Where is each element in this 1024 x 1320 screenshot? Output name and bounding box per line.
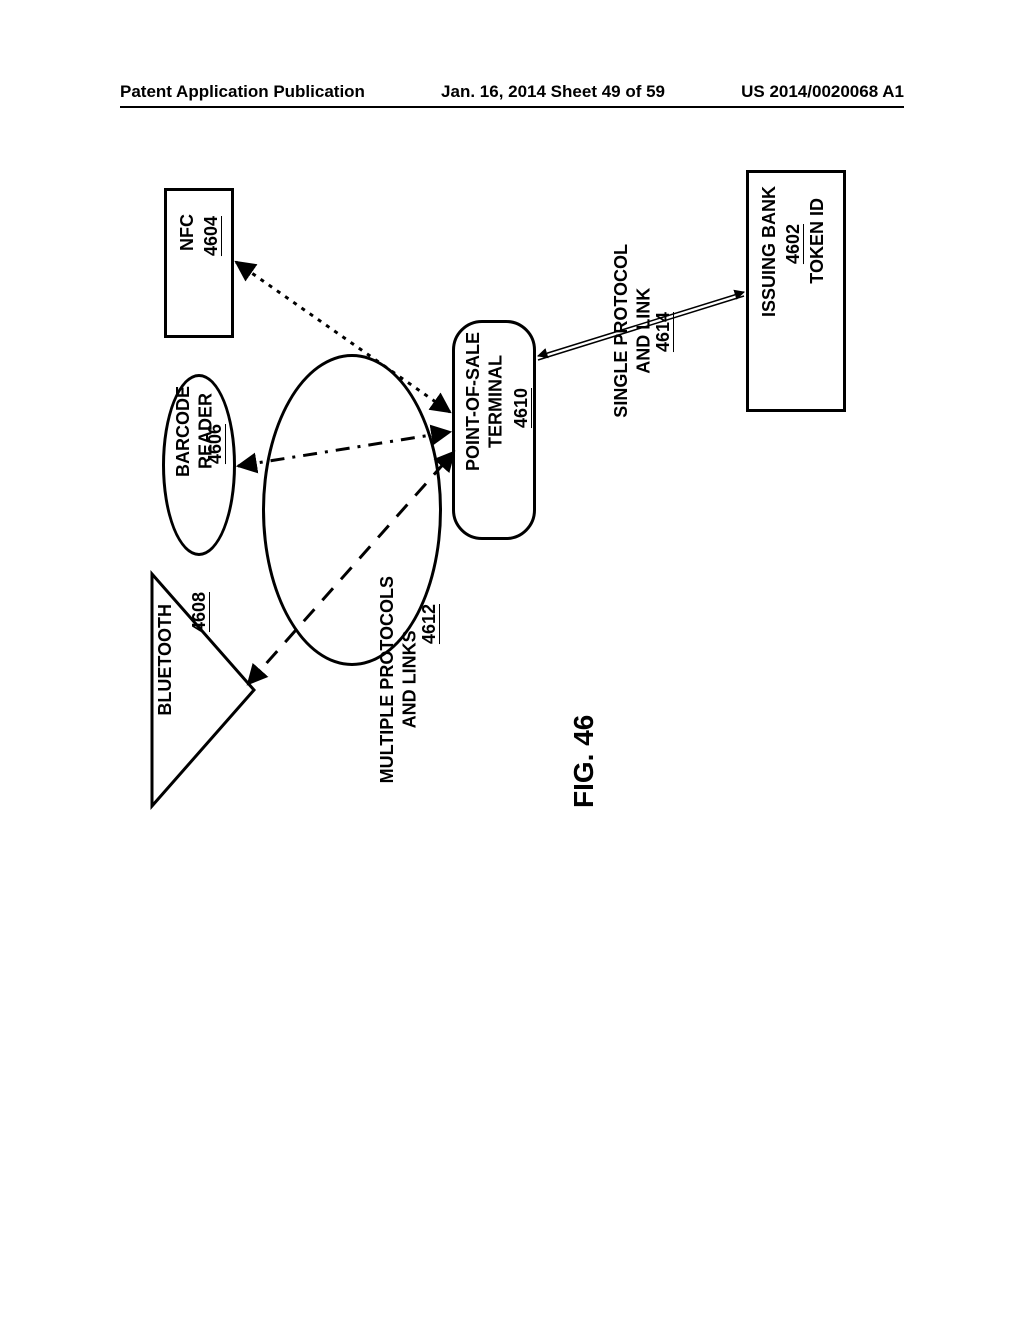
bank-ref: 4602 <box>782 224 805 264</box>
single-protocol-ref: 4614 <box>652 312 675 352</box>
bank-label: ISSUING BANK <box>758 186 781 317</box>
figure-label: FIG. 46 <box>568 715 600 808</box>
bank-token-label: TOKEN ID <box>806 198 829 284</box>
arrows-layer <box>0 0 1024 1320</box>
multi-protocols-label: MULTIPLE PROTOCOLS AND LINKS <box>376 576 421 783</box>
pos-label: POINT-OF-SALE TERMINAL <box>462 332 507 471</box>
diagram-figure-46: NFC 4604 BARCODE READER 4606 BLUETOOTH 4… <box>0 0 1024 1320</box>
single-protocol-label: SINGLE PROTOCOL AND LINK <box>610 244 655 418</box>
multi-protocols-ref: 4612 <box>418 604 441 644</box>
pos-ref: 4610 <box>510 388 533 428</box>
